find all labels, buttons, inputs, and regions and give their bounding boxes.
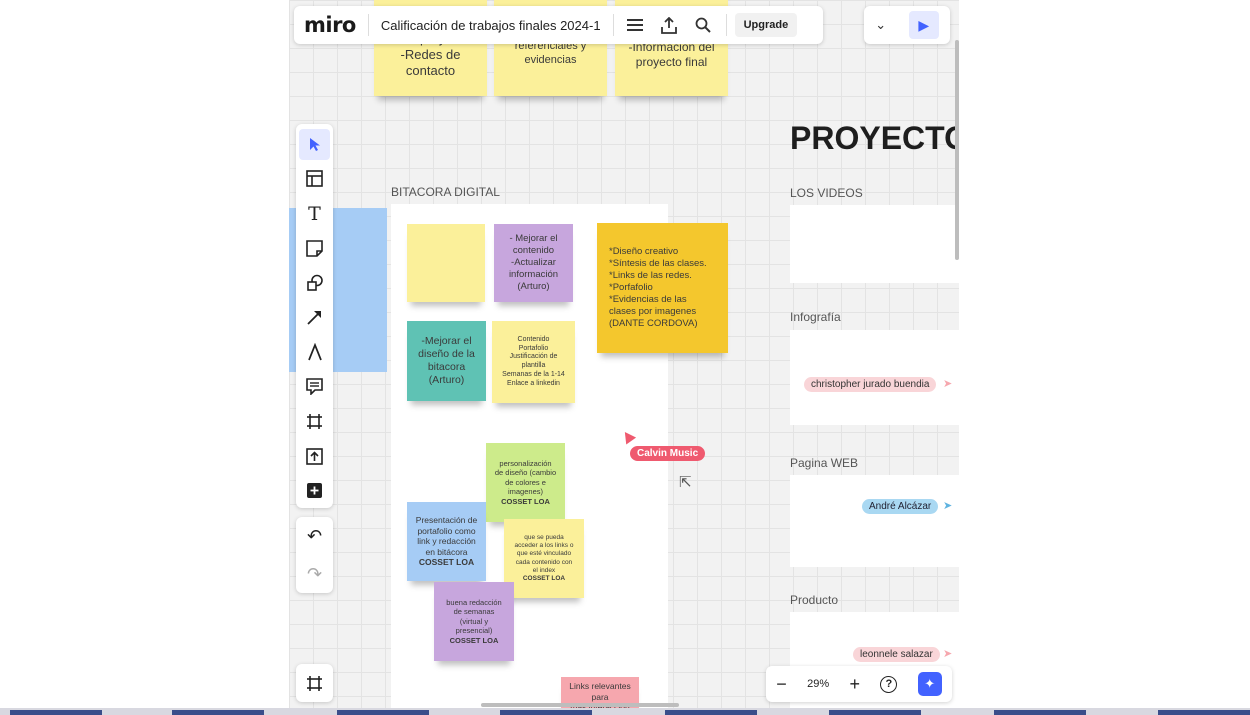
shapes-icon[interactable]	[299, 268, 330, 299]
taskbar-thumbnail[interactable]	[1158, 710, 1250, 715]
undo-icon[interactable]: ↶	[307, 526, 322, 547]
upload-icon[interactable]	[299, 441, 330, 472]
frame-icon[interactable]	[299, 406, 330, 437]
note-text: personalización de diseño (cambio de col…	[494, 459, 557, 497]
divider	[612, 14, 614, 36]
board-title[interactable]: Calificación de trabajos finales 2024-1	[381, 18, 601, 33]
zoom-level[interactable]: 29%	[807, 678, 829, 690]
sticky-note-presentacion[interactable]: Presentación de portafolio como link y r…	[407, 502, 486, 581]
collaborator-tag: christopher jurado buendia	[804, 377, 937, 392]
taskbar-thumbnail[interactable]	[665, 710, 757, 715]
connection-line-icon[interactable]	[299, 302, 330, 333]
pagina-web-frame[interactable]	[790, 475, 959, 567]
ai-assist-icon[interactable]: ✦	[917, 672, 942, 696]
divider	[725, 14, 727, 36]
note-text: que se pueda acceder a los links o que e…	[514, 534, 574, 574]
note-text: Presentación de portafolio como link y r…	[415, 514, 478, 557]
collaborator-pointer-icon: ➤	[943, 378, 953, 390]
undo-redo-panel: ↶ ↷	[296, 517, 333, 593]
templates-icon[interactable]	[299, 164, 330, 195]
zoom-out-button[interactable]: −	[776, 674, 787, 695]
sticky-note-dante[interactable]: *Diseño creativo *Síntesis de las clases…	[597, 223, 728, 353]
upgrade-button[interactable]: Upgrade	[734, 13, 798, 37]
right-top-bar: ⌄ ▶	[864, 6, 950, 44]
top-bar: miro Calificación de trabajos finales 20…	[294, 6, 823, 44]
miro-logo: miro	[304, 13, 356, 37]
collaborator-tag: leonnele salazar	[853, 647, 940, 662]
videos-frame[interactable]	[790, 205, 959, 283]
sticky-note-contenido-portafolio[interactable]: Contenido Portafolio Justificación de pl…	[492, 321, 575, 403]
select-tool-icon[interactable]	[299, 129, 330, 160]
sticky-note-mejorar-diseno[interactable]: -Mejorar el diseño de la bitacora (Artur…	[407, 321, 486, 401]
text-icon[interactable]: T	[299, 198, 330, 229]
sticky-note-empty[interactable]	[407, 224, 485, 302]
pagina-web-label: Pagina WEB	[790, 456, 859, 470]
taskbar-thumbnail[interactable]	[829, 710, 921, 715]
cursor-select-icon[interactable]: ▶	[908, 11, 939, 39]
infografia-label: Infografía	[790, 310, 841, 324]
zoom-controls: − 29% + ? ✦	[766, 666, 952, 702]
help-icon[interactable]: ?	[880, 675, 898, 693]
note-author: COSSET LOA	[418, 557, 475, 568]
sticky-note-acceder[interactable]: que se pueda acceder a los links o que e…	[504, 519, 584, 598]
collaborator-tag: André Alcázar	[862, 499, 939, 514]
zoom-in-button[interactable]: +	[849, 674, 860, 695]
share-icon[interactable]	[652, 8, 686, 42]
sticky-note-mejorar-contenido[interactable]: - Mejorar el contenido -Actualizar infor…	[494, 224, 573, 302]
note-author: COSSET LOA	[522, 574, 566, 582]
comment-icon[interactable]	[299, 371, 330, 402]
more-tools-icon[interactable]	[299, 475, 330, 506]
sticky-note-buena-redaccion[interactable]: buena redacción de semanas (virtual y pr…	[434, 582, 514, 661]
videos-label: LOS VIDEOS	[790, 186, 863, 200]
menu-icon[interactable]	[618, 8, 652, 42]
horizontal-scrollbar[interactable]	[481, 703, 679, 707]
frames-icon	[307, 675, 322, 691]
taskbar-thumbnail[interactable]	[10, 710, 102, 715]
note-author: COSSET LOA	[449, 635, 499, 645]
taskbar-thumbnail[interactable]	[500, 710, 592, 715]
left-toolbar: T	[296, 124, 333, 508]
note-author: COSSET LOA	[501, 496, 550, 506]
vertical-scrollbar[interactable]	[955, 40, 959, 260]
redo-icon[interactable]: ↷	[307, 564, 322, 585]
producto-label: Producto	[790, 593, 839, 607]
divider	[367, 14, 369, 36]
frames-panel-button[interactable]	[296, 664, 333, 702]
pen-icon[interactable]	[299, 337, 330, 368]
bitacora-label: BITACORA DIGITAL	[391, 185, 500, 199]
taskbar-thumbnail[interactable]	[172, 710, 264, 715]
board-canvas[interactable]: -About me -proy -Redes de contacto Seman…	[289, 0, 959, 708]
proyecto-title: PROYECTO	[790, 120, 959, 156]
mouse-pointer-icon: ⇱	[679, 474, 692, 491]
note-text: buena redacción de semanas (virtual y pr…	[446, 598, 502, 636]
collaborator-pointer-icon: ➤	[943, 648, 953, 660]
search-icon[interactable]	[686, 8, 720, 42]
sticky-note-icon[interactable]	[299, 233, 330, 264]
taskbar-thumbnail[interactable]	[337, 710, 429, 715]
collaborator-pointer-icon: ➤	[943, 500, 953, 512]
taskbar-thumbnail[interactable]	[994, 710, 1086, 715]
chevron-double-down-icon[interactable]: ⌄	[875, 17, 886, 33]
collaborator-cursor-label: Calvin Music	[630, 446, 706, 461]
sticky-note-personalizacion[interactable]: personalización de diseño (cambio de col…	[486, 443, 565, 522]
